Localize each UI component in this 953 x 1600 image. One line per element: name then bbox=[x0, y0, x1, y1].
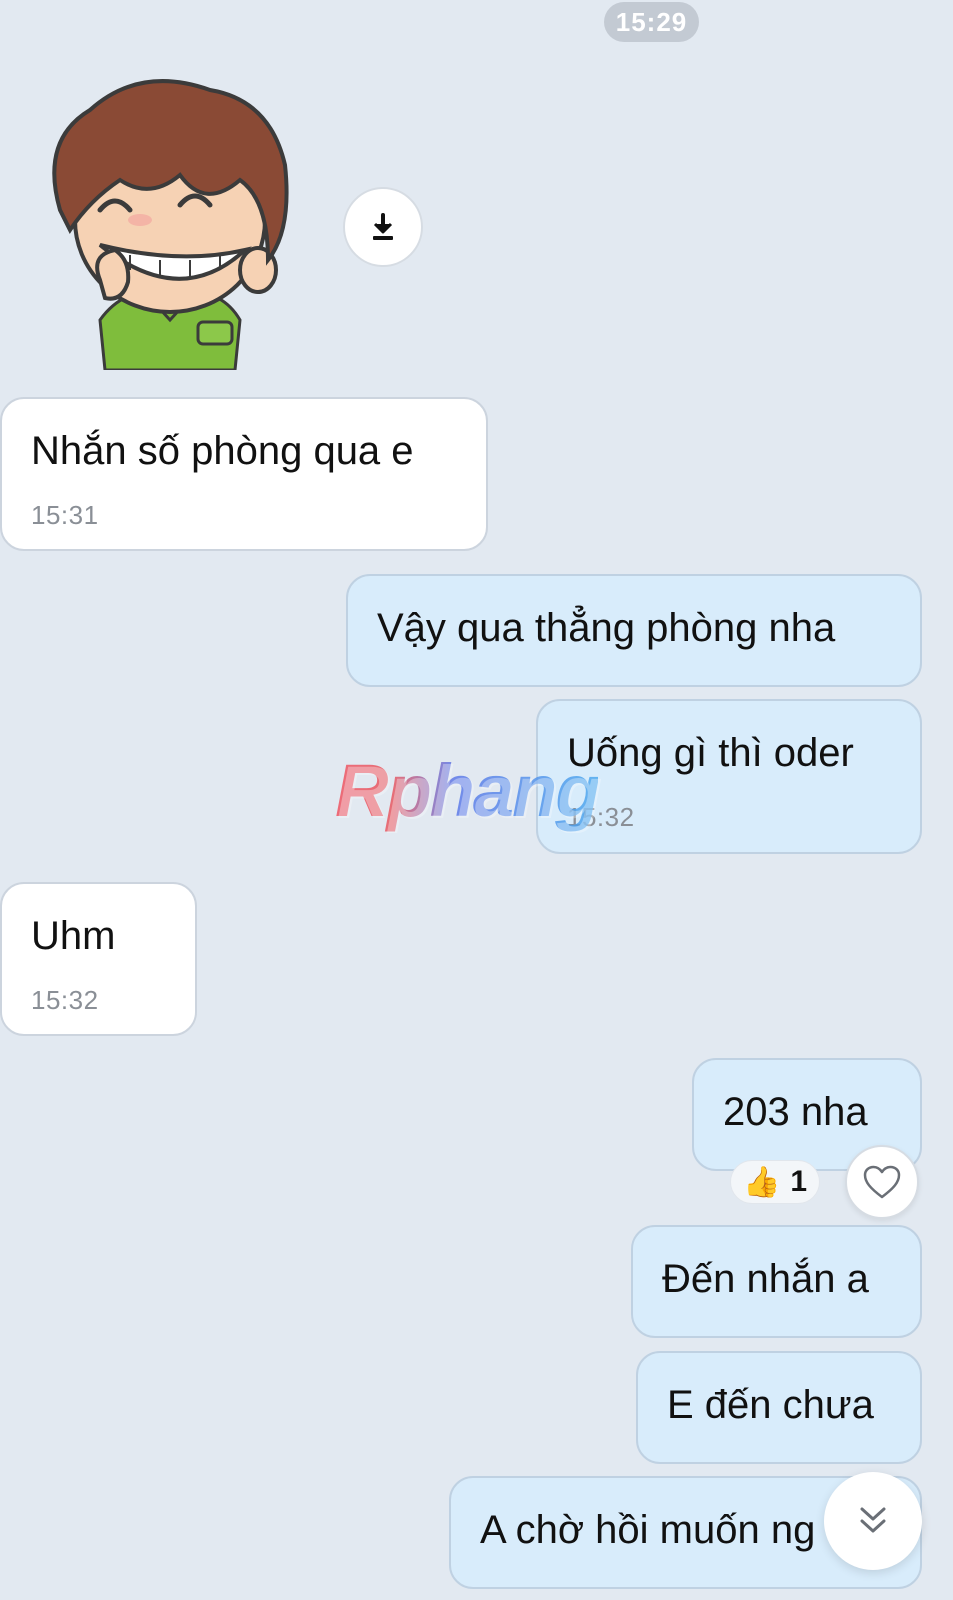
message-text: E đến chưa bbox=[667, 1383, 874, 1427]
message-bubble-incoming[interactable]: Uhm 15:32 bbox=[0, 882, 197, 1036]
message-bubble-outgoing[interactable]: E đến chưa bbox=[636, 1351, 922, 1464]
message-bubble-outgoing[interactable]: Vậy qua thẳng phòng nha bbox=[346, 574, 922, 687]
reaction-count: 1 bbox=[790, 1165, 808, 1198]
message-bubble-incoming[interactable]: Nhắn số phòng qua e 15:31 bbox=[0, 397, 488, 551]
message-bubble-outgoing[interactable]: Đến nhắn a bbox=[631, 1225, 922, 1338]
message-text: Đến nhắn a bbox=[662, 1257, 869, 1301]
chat-screen: 15:29 Nhắn số phòng qua e 15:31 Vậy qua … bbox=[0, 0, 953, 1600]
react-heart-button[interactable] bbox=[845, 1145, 919, 1219]
time-separator: 15:29 bbox=[604, 2, 699, 42]
message-text: 203 nha bbox=[723, 1090, 868, 1134]
sticker-image[interactable] bbox=[30, 70, 310, 370]
message-text: Uống gì thì oder bbox=[567, 731, 854, 775]
message-text: Nhắn số phòng qua e bbox=[31, 429, 414, 473]
heart-outline-icon bbox=[863, 1165, 901, 1199]
message-text: Vậy qua thẳng phòng nha bbox=[377, 606, 836, 650]
message-text: A chờ hồi muốn ng bbox=[480, 1508, 816, 1552]
thumbs-up-icon: 👍 bbox=[742, 1165, 781, 1199]
download-icon bbox=[373, 213, 393, 240]
double-chevron-down-icon bbox=[860, 1507, 886, 1533]
message-text: Uhm bbox=[31, 914, 116, 958]
download-button[interactable] bbox=[343, 187, 423, 267]
reaction-badge[interactable]: 👍 1 bbox=[730, 1160, 820, 1204]
message-time: 15:32 bbox=[31, 985, 99, 1015]
watermark: Rphang bbox=[335, 749, 600, 832]
message-time: 15:31 bbox=[31, 500, 99, 530]
scroll-to-bottom-button[interactable] bbox=[824, 1472, 922, 1570]
